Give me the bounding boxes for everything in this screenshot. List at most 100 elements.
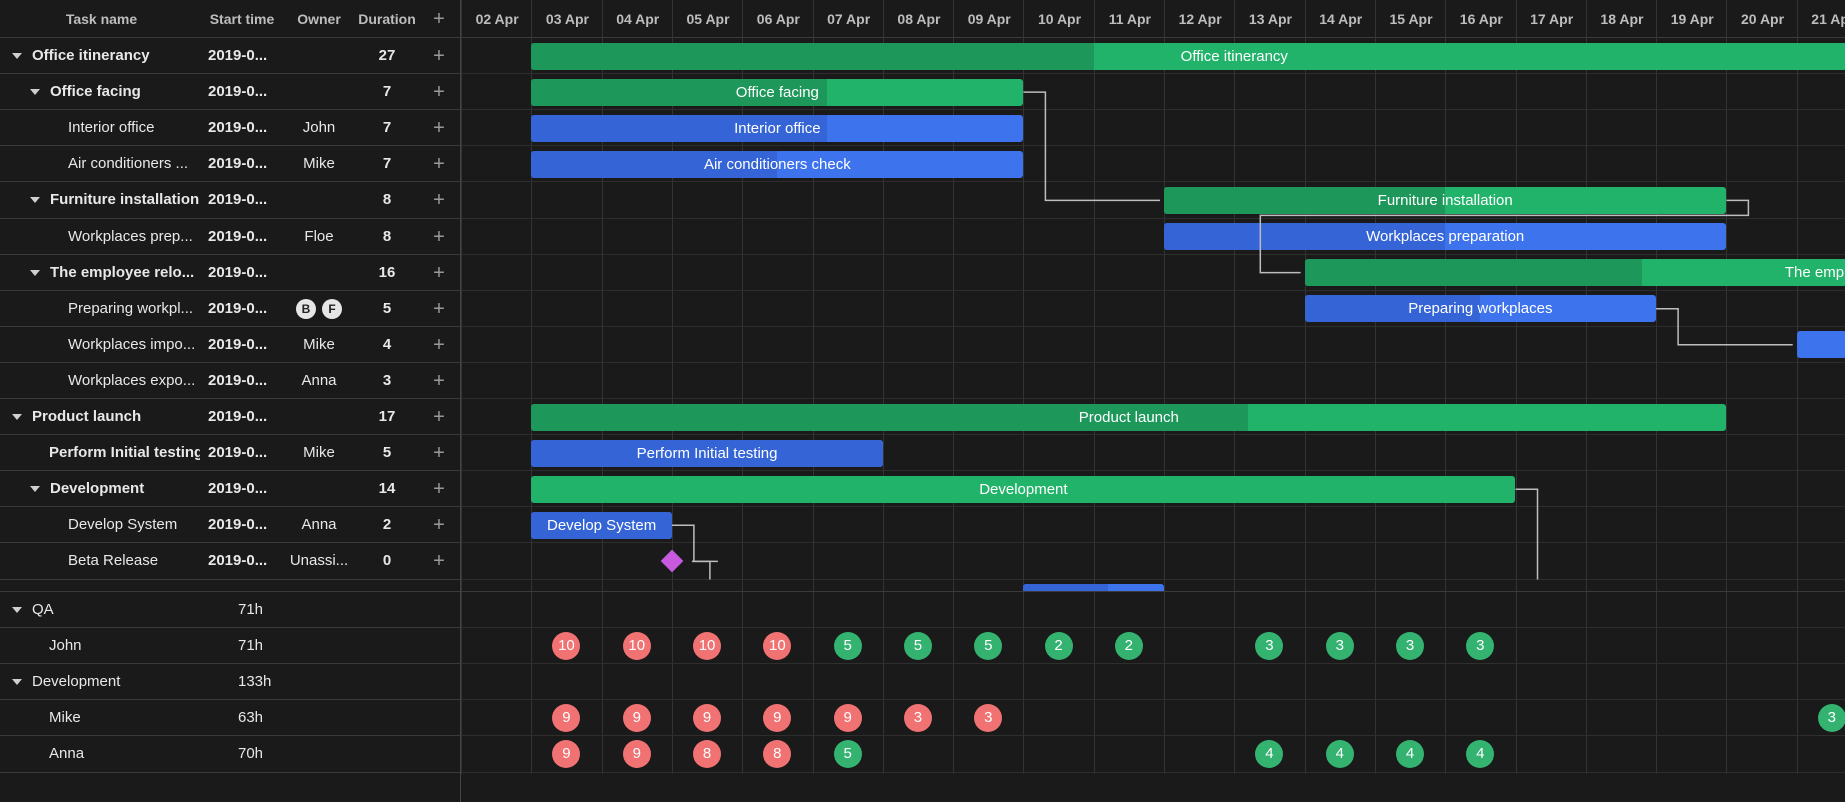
task-row[interactable]: Workplaces prep... 2019-0... Floe 8 +	[0, 219, 461, 255]
workload-badge[interactable]: 9	[693, 704, 722, 733]
workload-badge[interactable]: 5	[903, 632, 932, 661]
task-bar[interactable]: Development	[531, 475, 1516, 503]
column-header-start-time[interactable]: Start time	[203, 0, 281, 38]
task-bar[interactable]: Office facing	[531, 78, 1024, 106]
workload-badge[interactable]: 8	[763, 740, 792, 769]
resource-row[interactable]: QA 71h	[0, 592, 461, 628]
workload-badge[interactable]: 3	[1817, 704, 1845, 733]
task-row[interactable]: The employee relo... 2019-0... 16 +	[0, 255, 461, 291]
workload-badge[interactable]: 3	[1466, 632, 1495, 661]
task-row[interactable]: Beta Release 2019-0... Unassi... 0 +	[0, 543, 461, 579]
workload-badge[interactable]: 9	[763, 704, 792, 733]
collapse-arrow-icon[interactable]	[30, 197, 40, 204]
add-subtask-button[interactable]: +	[417, 110, 461, 146]
column-header-owner[interactable]: Owner	[281, 0, 357, 38]
workload-badge[interactable]: 5	[833, 632, 862, 661]
workload-badge[interactable]: 8	[693, 740, 722, 769]
workload-badge[interactable]: 3	[974, 704, 1003, 733]
task-row[interactable]: Furniture installation 2019-0... 8 +	[0, 182, 461, 218]
grid-separator[interactable]	[460, 0, 461, 802]
workload-badge[interactable]: 3	[1325, 632, 1354, 661]
task-bar[interactable]: Furniture installation	[1164, 186, 1727, 214]
resource-row[interactable]: Development 133h	[0, 664, 461, 700]
add-subtask-button[interactable]: +	[417, 219, 461, 255]
task-bar[interactable]: Product launch	[531, 403, 1727, 431]
workload-badge[interactable]: 4	[1396, 740, 1425, 769]
day-gridline	[1515, 592, 1517, 774]
collapse-arrow-icon[interactable]	[12, 679, 22, 686]
task-row[interactable]: Interior office 2019-0... John 7 +	[0, 110, 461, 146]
workload-badge[interactable]: 4	[1325, 740, 1354, 769]
milestone-diamond[interactable]	[660, 550, 684, 573]
date-header: 14 Apr	[1304, 0, 1376, 38]
workload-badge[interactable]: 9	[622, 704, 651, 733]
workload-badge[interactable]: 10	[693, 632, 722, 661]
task-bar[interactable]	[1023, 584, 1164, 591]
task-owner: Mike	[303, 155, 335, 173]
dependency-link[interactable]	[1515, 488, 1539, 580]
task-row[interactable]: Development 2019-0... 14 +	[0, 471, 461, 507]
collapse-arrow-icon[interactable]	[12, 607, 22, 613]
dependency-link[interactable]	[691, 560, 711, 580]
task-row[interactable]: Workplaces expo... 2019-0... Anna 3 +	[0, 363, 461, 399]
task-row[interactable]: Workplaces impo... 2019-0... Mike 4 +	[0, 327, 461, 363]
workload-badge[interactable]: 3	[1255, 632, 1284, 661]
workload-badge[interactable]: 3	[1396, 632, 1425, 661]
collapse-arrow-icon[interactable]	[30, 269, 40, 276]
task-bar[interactable]: Workplaces preparation	[1164, 223, 1727, 250]
workload-badge[interactable]: 10	[622, 632, 651, 661]
add-subtask-button[interactable]: +	[417, 182, 461, 218]
resource-row[interactable]: Anna 70h	[0, 736, 461, 772]
task-row[interactable]: Develop System 2019-0... Anna 2 +	[0, 507, 461, 543]
add-subtask-button[interactable]: +	[417, 146, 461, 182]
workload-badge[interactable]: 2	[1044, 632, 1073, 661]
workload-badge[interactable]: 9	[552, 740, 581, 769]
workload-badge[interactable]: 10	[552, 632, 581, 661]
add-subtask-button[interactable]: +	[417, 291, 461, 327]
workload-badge[interactable]: 9	[833, 704, 862, 733]
task-bar[interactable]	[1796, 331, 1845, 359]
workload-badge[interactable]: 9	[622, 740, 651, 769]
task-row[interactable]: Perform Initial testing 2019-0... Mike 5 +	[0, 435, 461, 471]
add-subtask-button[interactable]: +	[417, 327, 461, 363]
add-subtask-button[interactable]: +	[417, 471, 461, 507]
task-bar[interactable]: Develop System	[531, 511, 672, 539]
add-subtask-button[interactable]: +	[417, 38, 461, 74]
resource-row[interactable]: John 71h	[0, 628, 461, 664]
add-task-header-button[interactable]: +	[417, 0, 461, 38]
add-subtask-button[interactable]: +	[417, 543, 461, 579]
workload-badge[interactable]: 10	[763, 632, 792, 661]
workload-badge[interactable]: 2	[1114, 632, 1143, 661]
workload-badge[interactable]: 5	[833, 740, 862, 769]
task-bar[interactable]: The employee relocation	[1304, 259, 1845, 287]
column-header-duration[interactable]: Duration	[357, 0, 417, 38]
collapse-arrow-icon[interactable]	[12, 53, 22, 59]
task-bar[interactable]: Office itinerancy	[531, 42, 1845, 70]
add-subtask-button[interactable]: +	[417, 507, 461, 543]
add-subtask-button[interactable]: +	[417, 255, 461, 291]
task-bar[interactable]: Perform Initial testing	[531, 439, 883, 467]
collapse-arrow-icon[interactable]	[30, 486, 40, 493]
task-row[interactable]: Office facing 2019-0... 7 +	[0, 74, 461, 110]
task-start-time: 2019-0...	[208, 408, 268, 425]
add-subtask-button[interactable]: +	[417, 435, 461, 471]
task-row[interactable]: Preparing workpl... 2019-0... B F 5 +	[0, 291, 461, 327]
add-subtask-button[interactable]: +	[417, 74, 461, 110]
task-bar[interactable]: Interior office	[531, 114, 1024, 142]
workload-badge[interactable]: 3	[903, 704, 932, 733]
collapse-arrow-icon[interactable]	[12, 414, 22, 420]
resource-row[interactable]: Mike 63h	[0, 700, 461, 736]
add-subtask-button[interactable]: +	[417, 399, 461, 435]
workload-badge[interactable]: 4	[1466, 740, 1495, 769]
add-subtask-button[interactable]: +	[417, 363, 461, 399]
task-row[interactable]: Air conditioners ... 2019-0... Mike 7 +	[0, 146, 461, 182]
workload-badge[interactable]: 9	[552, 704, 581, 733]
task-row[interactable]: Product launch 2019-0... 17 +	[0, 399, 461, 435]
task-row[interactable]: Office itinerancy 2019-0... 27 +	[0, 38, 461, 74]
task-bar[interactable]: Air conditioners check	[531, 150, 1024, 178]
workload-badge[interactable]: 4	[1255, 740, 1284, 769]
workload-badge[interactable]: 5	[974, 632, 1003, 661]
collapse-arrow-icon[interactable]	[30, 89, 40, 96]
task-bar[interactable]: Preparing workplaces	[1304, 295, 1657, 323]
column-header-task-name[interactable]: Task name	[0, 0, 203, 38]
